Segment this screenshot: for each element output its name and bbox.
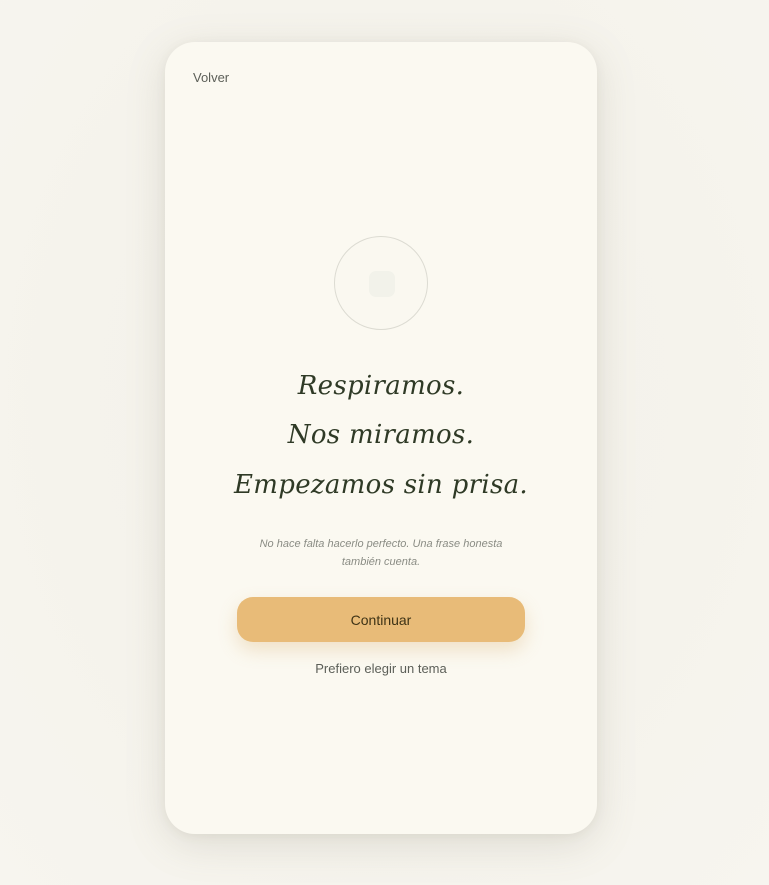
onboarding-card: Volver Respiramos. Nos miramos. Empezamo…: [165, 42, 597, 834]
headline-line-3: Empezamos sin prisa.: [234, 470, 528, 500]
choose-topic-link[interactable]: Prefiero elegir un tema: [165, 661, 597, 676]
back-link[interactable]: Volver: [193, 70, 229, 85]
breathing-circle-icon: [334, 236, 428, 330]
helper-note: No hace falta hacerlo perfecto. Una fras…: [259, 538, 503, 568]
breathing-circle-core: [369, 271, 395, 297]
headline-line-2: Nos miramos.: [287, 420, 475, 450]
continue-button[interactable]: Continuar: [237, 597, 525, 642]
page-background: Volver Respiramos. Nos miramos. Empezamo…: [0, 0, 769, 885]
headline-line-1: Respiramos.: [297, 371, 465, 401]
